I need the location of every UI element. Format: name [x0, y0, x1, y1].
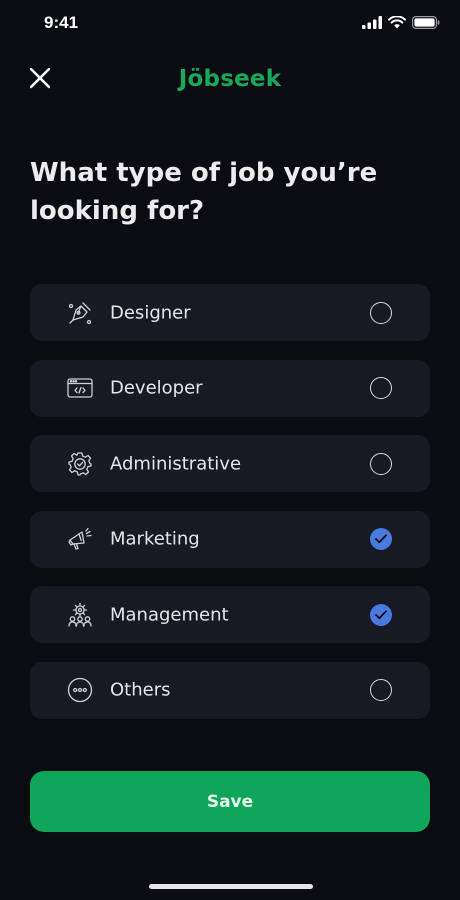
megaphone-icon [67, 526, 93, 552]
team-gear-icon [67, 602, 93, 628]
option-designer[interactable]: Designer [30, 284, 430, 341]
save-button[interactable]: Save [30, 771, 430, 832]
signal-icon [362, 16, 382, 29]
option-radio-checked[interactable] [370, 603, 392, 626]
pen-tool-icon [67, 300, 93, 326]
option-label: Management [110, 604, 229, 625]
option-marketing[interactable]: Marketing [30, 510, 430, 568]
option-others[interactable]: Others [30, 661, 430, 719]
more-icon [67, 677, 93, 703]
wifi-icon [388, 16, 406, 29]
option-radio[interactable] [370, 301, 392, 324]
code-window-icon [67, 375, 93, 401]
option-label: Administrative [110, 453, 242, 474]
option-management[interactable]: Management [30, 586, 430, 643]
battery-icon [412, 16, 440, 29]
option-radio-checked[interactable] [370, 528, 392, 550]
option-developer[interactable]: Developer [30, 359, 430, 417]
job-type-options: Designer Developer Administrative Market… [30, 284, 430, 737]
option-label: Others [110, 679, 171, 701]
gear-check-icon [67, 451, 93, 477]
option-radio[interactable] [370, 452, 392, 475]
option-radio[interactable] [370, 377, 392, 399]
option-label: Developer [110, 377, 203, 399]
option-label: Designer [110, 302, 191, 323]
app-logo: Jöbseek [178, 66, 282, 92]
option-radio[interactable] [370, 679, 392, 701]
status-bar: 9:41 [0, 0, 460, 48]
header: Jöbseek [0, 58, 460, 104]
page-title: What type of job you’re looking for? [30, 158, 378, 226]
option-administrative[interactable]: Administrative [30, 435, 430, 492]
status-time: 9:41 [44, 13, 79, 32]
home-indicator [149, 884, 313, 889]
status-icons [362, 16, 440, 29]
option-label: Marketing [110, 528, 200, 550]
